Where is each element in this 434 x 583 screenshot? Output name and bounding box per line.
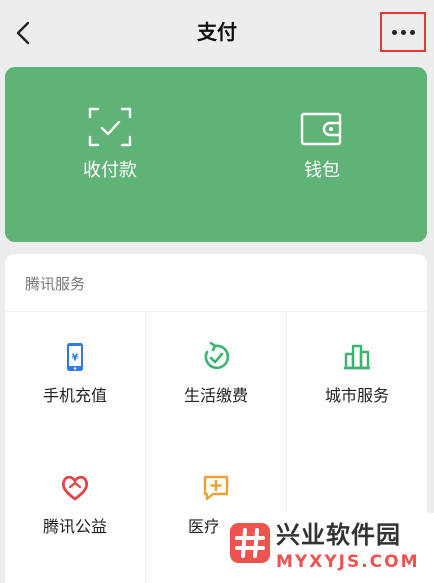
wallet-button[interactable]: 钱包 — [242, 67, 402, 242]
chevron-left-icon — [16, 21, 30, 45]
check-drop-icon — [204, 342, 230, 370]
nav-bar: 支付 — [0, 0, 434, 64]
section-title: 腾讯服务 — [25, 275, 86, 293]
service-label: 手机充值 — [42, 386, 107, 405]
phone-yuan-icon: ¥ — [67, 343, 83, 371]
wallet-icon — [300, 112, 342, 146]
city-buildings-icon — [344, 344, 370, 370]
medical-plus-icon — [203, 475, 229, 501]
watermark-url: MYXYJS.COM — [276, 552, 420, 572]
site-watermark: 兴业软件园 MYXYJS.COM — [218, 513, 434, 583]
hash-logo-icon — [230, 523, 270, 563]
receive-pay-label: 收付款 — [83, 160, 137, 181]
wallet-card: 收付款 钱包 — [5, 67, 427, 242]
more-horizontal-icon — [391, 29, 415, 35]
heart-charity-icon — [61, 475, 89, 501]
svg-text:¥: ¥ — [72, 353, 79, 364]
page-title: 支付 — [197, 20, 237, 44]
watermark-title: 兴业软件园 — [276, 521, 401, 549]
service-label: 腾讯公益 — [42, 517, 107, 536]
more-button[interactable] — [380, 12, 426, 52]
payment-page: 支付 收付款 钱包 腾讯服务 ¥ 手机充值 生活缴费 城市服务 腾讯公益 医疗 … — [0, 0, 434, 583]
service-label: 生活缴费 — [183, 386, 248, 405]
service-life-payment[interactable]: 生活缴费 — [146, 312, 286, 443]
wallet-label: 钱包 — [304, 160, 340, 181]
receive-pay-button[interactable]: 收付款 — [30, 67, 190, 242]
service-label: 城市服务 — [324, 386, 389, 405]
scan-check-icon — [88, 107, 132, 147]
service-mobile-topup[interactable]: ¥ 手机充值 — [5, 312, 145, 443]
service-charity[interactable]: 腾讯公益 — [5, 443, 145, 574]
back-button[interactable] — [10, 18, 36, 48]
service-city[interactable]: 城市服务 — [287, 312, 427, 443]
